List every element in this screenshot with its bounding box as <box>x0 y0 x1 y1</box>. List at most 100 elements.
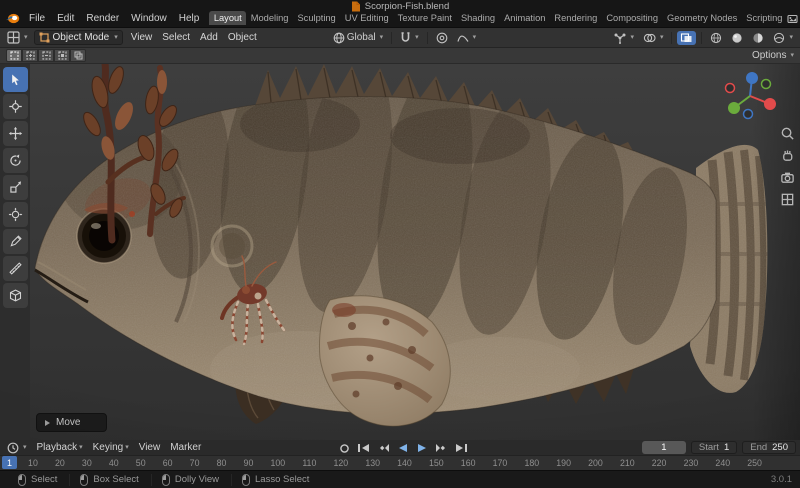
workspace-tab[interactable]: Modeling <box>246 11 293 25</box>
operator-panel-move[interactable]: Move <box>36 413 107 432</box>
workspace-tab[interactable]: Sculpting <box>293 11 340 25</box>
status-hint: Dolly View <box>151 474 231 486</box>
shading-wireframe-button[interactable] <box>707 31 725 45</box>
menu-item[interactable]: Keying▾ <box>88 441 134 454</box>
viewport-3d[interactable]: Move <box>0 64 800 440</box>
status-hints: Select Box Select Dolly View Lasso Selec… <box>8 474 321 486</box>
menu-item[interactable]: File <box>23 12 51 25</box>
menu-item[interactable]: Add <box>195 31 223 44</box>
frame-tick-label: 60 <box>163 458 173 468</box>
scorpion-fish-model[interactable] <box>0 64 800 440</box>
workspace-tab[interactable]: Animation <box>500 11 550 25</box>
annotate-tool-button[interactable] <box>3 229 28 254</box>
prev-keyframe-button[interactable] <box>376 443 391 453</box>
auto-keying-button[interactable] <box>338 443 351 454</box>
cursor-tool-button[interactable] <box>3 94 28 119</box>
toolbar <box>0 64 30 440</box>
workspace-tabs: LayoutModelingSculptingUV EditingTexture… <box>209 11 787 25</box>
tool-settings-bar: Options ▾ <box>0 48 800 64</box>
navigation-gizmo[interactable] <box>722 68 778 124</box>
frame-tick-label: 10 <box>28 458 38 468</box>
workspace-tab[interactable]: Geometry Nodes <box>663 11 742 25</box>
camera-view-icon[interactable] <box>780 170 795 185</box>
next-keyframe-button[interactable] <box>434 443 449 453</box>
blender-version: 3.0.1 <box>771 474 792 485</box>
mode-dropdown[interactable]: Object Mode ▾ <box>34 30 123 45</box>
expand-arrow-icon <box>45 420 50 426</box>
workspace-tab[interactable]: Rendering <box>550 11 602 25</box>
blender-logo-icon[interactable] <box>5 12 20 25</box>
transform-tool-button[interactable] <box>3 202 28 227</box>
chevron-down-icon: ▾ <box>24 34 28 41</box>
end-frame-field[interactable]: End 250 <box>742 441 796 454</box>
proportional-editing-button[interactable] <box>433 31 451 45</box>
menu-item[interactable]: Marker <box>165 441 206 454</box>
shading-solid-button[interactable] <box>728 31 746 45</box>
chevron-down-icon: ▾ <box>790 52 794 59</box>
show-overlays-dropdown[interactable]: ▾ <box>640 31 667 45</box>
jump-to-start-button[interactable] <box>356 443 371 453</box>
playhead[interactable]: 1 <box>2 456 17 469</box>
menu-item[interactable]: View <box>126 31 158 44</box>
menu-item[interactable]: Render <box>80 12 125 25</box>
play-reverse-button[interactable] <box>396 443 410 453</box>
chevron-down-icon: ▾ <box>630 34 634 41</box>
move-tool-button[interactable] <box>3 121 28 146</box>
viewport-header: ▾ Object Mode ▾ ViewSelectAddObject Glob… <box>0 28 800 48</box>
snap-magnet-button[interactable]: ▾ <box>397 31 422 45</box>
menu-item[interactable]: Playback▾ <box>32 441 88 454</box>
toggle-xray-button[interactable] <box>677 31 696 45</box>
measure-tool-button[interactable] <box>3 256 28 281</box>
workspace-tab[interactable]: Layout <box>209 11 246 25</box>
menu-item[interactable]: Edit <box>51 12 80 25</box>
chevron-down-icon: ▾ <box>79 444 83 451</box>
chevron-down-icon: ▾ <box>415 34 419 41</box>
select-mode-invert-button[interactable] <box>54 49 70 62</box>
timeline-editor-type-button[interactable]: ▾ <box>4 441 30 455</box>
zoom-icon[interactable] <box>780 126 795 141</box>
status-hint: Box Select <box>69 474 150 486</box>
show-gizmo-dropdown[interactable]: ▾ <box>611 31 637 45</box>
shading-rendered-button[interactable]: ▾ <box>770 31 796 45</box>
toggle-perspective-icon[interactable] <box>780 192 795 207</box>
frame-tick-label: 40 <box>109 458 119 468</box>
select-mode-intersect-button[interactable] <box>70 49 86 62</box>
chevron-down-icon: ▾ <box>660 34 664 41</box>
menu-item[interactable]: Help <box>173 12 206 25</box>
shading-material-button[interactable] <box>749 31 767 45</box>
workspace-tab[interactable]: Texture Paint <box>393 11 456 25</box>
menu-item[interactable]: Select <box>157 31 195 44</box>
transform-orientation-dropdown[interactable]: Global ▾ <box>330 31 386 45</box>
scale-tool-button[interactable] <box>3 175 28 200</box>
select-box-tool-button[interactable] <box>3 67 28 92</box>
pan-hand-icon[interactable] <box>780 148 795 163</box>
select-mode-extend-button[interactable] <box>22 49 38 62</box>
frame-tick-label: 210 <box>620 458 635 468</box>
timeline-ruler[interactable]: 1102030405060708090100110120130140150160… <box>0 456 800 470</box>
workspace-tab[interactable]: Compositing <box>602 11 663 25</box>
frame-tick-label: 110 <box>302 458 316 468</box>
tool-options-dropdown[interactable]: Options ▾ <box>752 50 794 61</box>
workspace-tab[interactable]: UV Editing <box>340 11 393 25</box>
chevron-down-icon: ▾ <box>23 444 27 451</box>
workspace-tab[interactable]: Shading <box>456 11 499 25</box>
jump-to-end-button[interactable] <box>454 443 469 453</box>
current-frame-field[interactable]: 1 <box>642 441 686 454</box>
menu-item[interactable]: Object <box>223 31 262 44</box>
chevron-down-icon: ▾ <box>125 444 129 451</box>
menu-item[interactable]: View <box>134 441 166 454</box>
frame-tick-label: 180 <box>524 458 539 468</box>
play-button[interactable] <box>415 443 429 453</box>
select-mode-set-button[interactable] <box>6 49 22 62</box>
falloff-dropdown[interactable]: ▾ <box>454 31 480 44</box>
select-mode-subtract-button[interactable] <box>38 49 54 62</box>
editor-type-button[interactable]: ▾ <box>4 30 31 45</box>
timeline-editor: ▾ Playback▾Keying▾ViewMarker 1 Start 1 E… <box>0 440 800 470</box>
rotate-tool-button[interactable] <box>3 148 28 173</box>
start-frame-field[interactable]: Start 1 <box>691 441 737 454</box>
workspace-tab[interactable]: Scripting <box>742 11 787 25</box>
frame-tick-label: 70 <box>190 458 200 468</box>
add-cube-tool-button[interactable] <box>3 283 28 308</box>
menu-item[interactable]: Window <box>125 12 173 25</box>
viewport-nav-icons <box>780 126 795 207</box>
